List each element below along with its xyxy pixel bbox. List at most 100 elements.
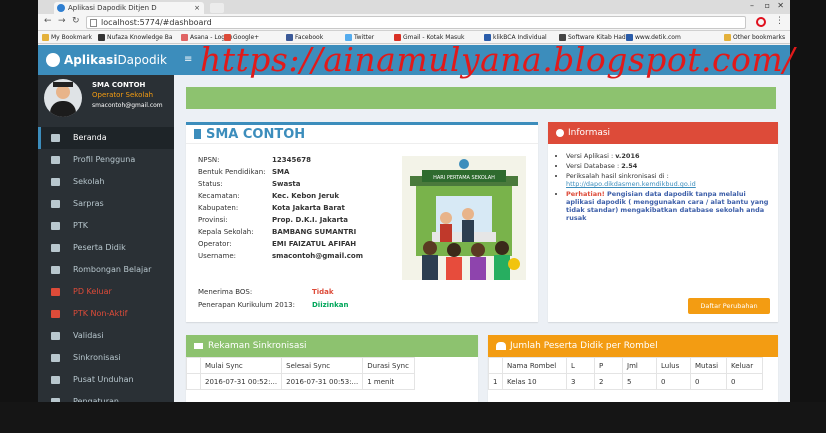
table-cell bbox=[186, 373, 201, 390]
sidebar-item-ptk-non-aktif[interactable]: PTK Non-Aktif bbox=[38, 303, 174, 325]
screenshot-frame: Aplikasi Dapodik Ditjen D × – ▫ ✕ ← → ↻ … bbox=[0, 0, 826, 433]
column-header[interactable]: Selesai Sync bbox=[281, 357, 364, 374]
close-window-icon[interactable]: ✕ bbox=[777, 1, 784, 10]
sidebar-item-sarpras[interactable]: Sarpras bbox=[38, 193, 174, 215]
browser-tab[interactable]: Aplikasi Dapodik Ditjen D × bbox=[54, 2, 204, 14]
dapo-link[interactable]: http://dapo.dikdasmen.kemdikbud.go.id bbox=[566, 180, 696, 188]
tab-title: Aplikasi Dapodik Ditjen D bbox=[68, 4, 157, 12]
table-cell: 0 bbox=[656, 373, 691, 390]
sidebar-item-ptk[interactable]: PTK bbox=[38, 215, 174, 237]
table-cell: 1 menit bbox=[362, 373, 416, 390]
table-cell: 2016-07-31 00:53:... bbox=[281, 373, 364, 390]
table-row[interactable]: 2016-07-31 00:52:... 2016-07-31 00:53:...… bbox=[186, 373, 416, 390]
table-cell: 1 bbox=[488, 373, 503, 390]
versi-aplikasi: Versi Aplikasi : v.2016 bbox=[566, 152, 771, 160]
avatar bbox=[44, 79, 82, 117]
info-row: Kecamatan: Kec. Kebon Jeruk bbox=[198, 192, 340, 200]
bos-label: Menerima BOS: bbox=[198, 288, 253, 296]
column-header[interactable]: Keluar bbox=[726, 357, 763, 374]
browser-menu-icon[interactable]: ⋮ bbox=[775, 16, 784, 26]
bookmark-item[interactable]: My Bookmark bbox=[42, 33, 92, 42]
reload-icon[interactable]: ↻ bbox=[72, 16, 80, 26]
menu-icon bbox=[51, 244, 60, 252]
school-title: SMA CONTOH bbox=[186, 122, 538, 144]
info-row: Username: smacontoh@gmail.com bbox=[198, 252, 364, 260]
watermark-text: https://ainamulyana.blogspot.com/ bbox=[200, 40, 795, 79]
info-row: Kabupaten: Kota Jakarta Barat bbox=[198, 204, 345, 212]
maximize-icon[interactable]: ▫ bbox=[765, 1, 770, 10]
informasi-header: Informasi bbox=[548, 122, 778, 144]
column-header[interactable] bbox=[488, 357, 503, 374]
forward-icon[interactable]: → bbox=[58, 16, 66, 26]
sidebar-item-pengaturan[interactable]: Pengaturan bbox=[38, 391, 174, 402]
tut-wuri-logo-icon bbox=[46, 53, 60, 67]
sidebar-item-rombongan-belajar[interactable]: Rombongan Belajar bbox=[38, 259, 174, 281]
bookmark-item[interactable]: Nufaza Knowledge Ba bbox=[98, 33, 173, 42]
main-content: SMA CONTOH NPSN: 12345678 Bentuk Pendidika… bbox=[174, 75, 790, 402]
sidebar-item-sinkronisasi[interactable]: Sinkronisasi bbox=[38, 347, 174, 369]
rombel-box: Jumlah Peserta Didik per Rombel Nama Rom… bbox=[488, 335, 778, 402]
menu-icon bbox=[51, 332, 60, 340]
info-row: Status: Swasta bbox=[198, 180, 301, 188]
user-name: SMA CONTOH bbox=[92, 81, 146, 89]
sidebar-item-pd-keluar[interactable]: PD Keluar bbox=[38, 281, 174, 303]
sync-table: Mulai Sync Selesai Sync Durasi Sync 2016-07… bbox=[186, 357, 416, 390]
sync-check: Periksalah hasil sinkronisasi di :http:/… bbox=[566, 172, 771, 188]
back-icon[interactable]: ← bbox=[44, 16, 52, 26]
table-row[interactable]: 1 Kelas 10 3 2 5 0 0 0 bbox=[488, 373, 763, 390]
sidebar-item-sekolah[interactable]: Sekolah bbox=[38, 171, 174, 193]
brand-logo[interactable]: AplikasiDapodik bbox=[38, 45, 174, 75]
illustration-sign: HARI PERTAMA SEKOLAH bbox=[433, 175, 495, 181]
menu-icon bbox=[51, 354, 60, 362]
rombel-header: Jumlah Peserta Didik per Rombel bbox=[488, 335, 778, 357]
hamburger-icon[interactable]: ≡ bbox=[184, 54, 192, 65]
bookmark-icon bbox=[181, 34, 188, 41]
opera-extension-icon[interactable] bbox=[756, 17, 766, 27]
informasi-list: Versi Aplikasi : v.2016 Versi Database :… bbox=[566, 152, 771, 224]
column-header[interactable]: Lulus bbox=[656, 357, 691, 374]
info-row: Kepala Sekolah: BAMBANG SUMANTRI bbox=[198, 228, 357, 236]
column-header[interactable]: P bbox=[594, 357, 623, 374]
sidebar-item-profil-pengguna[interactable]: Profil Pengguna bbox=[38, 149, 174, 171]
table-cell: 3 bbox=[566, 373, 595, 390]
kurikulum-label: Penerapan Kurikulum 2013: bbox=[198, 301, 295, 309]
favicon-icon bbox=[57, 4, 65, 12]
address-bar-row: ← → ↻ localhost:5774/#dashboard ⋮ bbox=[38, 14, 790, 31]
bookmark-icon bbox=[194, 129, 201, 139]
column-header[interactable] bbox=[186, 357, 201, 374]
new-tab-button[interactable] bbox=[210, 3, 224, 13]
page-icon bbox=[90, 19, 97, 27]
sidebar-item-validasi[interactable]: Validasi bbox=[38, 325, 174, 347]
bookmark-icon bbox=[98, 34, 105, 41]
menu-icon bbox=[51, 222, 60, 230]
minimize-icon[interactable]: – bbox=[750, 1, 754, 10]
info-row: Bentuk Pendidikan: SMA bbox=[198, 168, 290, 176]
daftar-perubahan-button[interactable]: Daftar Perubahan bbox=[688, 298, 770, 314]
school-profile-box: SMA CONTOH NPSN: 12345678 Bentuk Pendidika… bbox=[186, 122, 538, 322]
dark-bottom-strip bbox=[0, 402, 826, 433]
column-header[interactable]: Jml bbox=[622, 357, 657, 374]
kurikulum-value: Diizinkan bbox=[312, 301, 349, 309]
user-email: smacontoh@gmail.com bbox=[92, 102, 163, 109]
user-role: Operator Sekolah bbox=[92, 91, 154, 99]
menu-icon bbox=[51, 266, 60, 274]
sidebar-item-pusat-unduhan[interactable]: Pusat Unduhan bbox=[38, 369, 174, 391]
sidebar-item-beranda[interactable]: Beranda bbox=[38, 127, 174, 149]
column-header[interactable]: Durasi Sync bbox=[362, 357, 416, 374]
url-input[interactable]: localhost:5774/#dashboard bbox=[86, 16, 746, 29]
sidebar-item-peserta-didik[interactable]: Peserta Didik bbox=[38, 237, 174, 259]
column-header[interactable]: Mutasi bbox=[690, 357, 727, 374]
brand-rest: Dapodik bbox=[117, 53, 167, 67]
table-cell: 0 bbox=[690, 373, 727, 390]
users-icon bbox=[496, 342, 506, 350]
menu-icon bbox=[51, 288, 60, 296]
info-icon bbox=[556, 129, 564, 137]
table-icon bbox=[194, 343, 203, 349]
column-header[interactable]: Nama Rombel bbox=[502, 357, 567, 374]
tab-close-icon[interactable]: × bbox=[194, 2, 200, 14]
info-row: Operator: EMI FAIZATUL AFIFAH bbox=[198, 240, 357, 248]
column-header[interactable]: L bbox=[566, 357, 595, 374]
table-cell: 5 bbox=[622, 373, 657, 390]
school-illustration: HARI PERTAMA SEKOLAH bbox=[402, 156, 526, 280]
column-header[interactable]: Mulai Sync bbox=[199, 357, 283, 374]
